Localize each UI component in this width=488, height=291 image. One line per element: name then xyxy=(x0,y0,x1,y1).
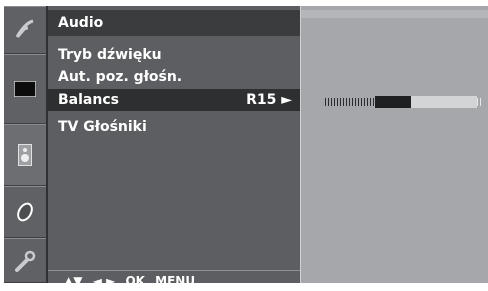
menu-item-label: Aut. poz. głośn. xyxy=(58,69,183,85)
up-down-arrows-icon: ▲▼ xyxy=(64,274,83,288)
category-icon-column xyxy=(4,6,46,283)
slider-ticks-right xyxy=(477,98,483,106)
clock-icon xyxy=(17,202,33,222)
tv-picture-icon xyxy=(14,81,36,97)
menu-item-tv-speakers[interactable]: TV Głośniki xyxy=(48,116,300,138)
submenu-header xyxy=(301,10,488,18)
balance-slider[interactable] xyxy=(325,95,483,109)
audio-menu-panel: Audio Tryb dźwięku Aut. poz. głośn. Bala… xyxy=(46,6,300,288)
slider-thumb[interactable] xyxy=(375,96,411,108)
menu-hint: MENU xyxy=(155,274,196,288)
satellite-dish-icon xyxy=(15,19,34,38)
slider-track xyxy=(411,96,477,108)
balance-value: R15 ► xyxy=(246,92,292,108)
ok-hint: OK xyxy=(125,274,145,288)
time-tab[interactable] xyxy=(4,186,46,238)
submenu-panel xyxy=(300,6,488,283)
speaker-icon xyxy=(18,144,32,166)
menu-title: Audio xyxy=(48,10,300,36)
menu-item-label: Tryb dźwięku xyxy=(58,47,162,63)
menu-item-balance[interactable]: Balancs R15 ► xyxy=(48,89,300,111)
picture-tab[interactable] xyxy=(4,54,46,124)
audio-tab[interactable] xyxy=(4,124,46,186)
menu-item-label: Balancs xyxy=(58,92,119,108)
setup-tab[interactable] xyxy=(4,6,46,54)
menu-item-sound-mode[interactable]: Tryb dźwięku xyxy=(48,44,300,66)
option-tab[interactable] xyxy=(4,238,46,283)
tv-osd-menu: Audio Tryb dźwięku Aut. poz. głośn. Bala… xyxy=(0,0,488,288)
slider-ticks-left xyxy=(325,98,375,106)
wrench-icon xyxy=(15,250,36,272)
menu-item-label: TV Głośniki xyxy=(58,119,147,135)
menu-item-auto-volume[interactable]: Aut. poz. głośn. xyxy=(48,66,300,88)
left-right-arrows-icon: ◄ ► xyxy=(92,274,116,288)
navigation-hint-bar: ▲▼ ◄ ► OK MENU xyxy=(48,270,300,290)
